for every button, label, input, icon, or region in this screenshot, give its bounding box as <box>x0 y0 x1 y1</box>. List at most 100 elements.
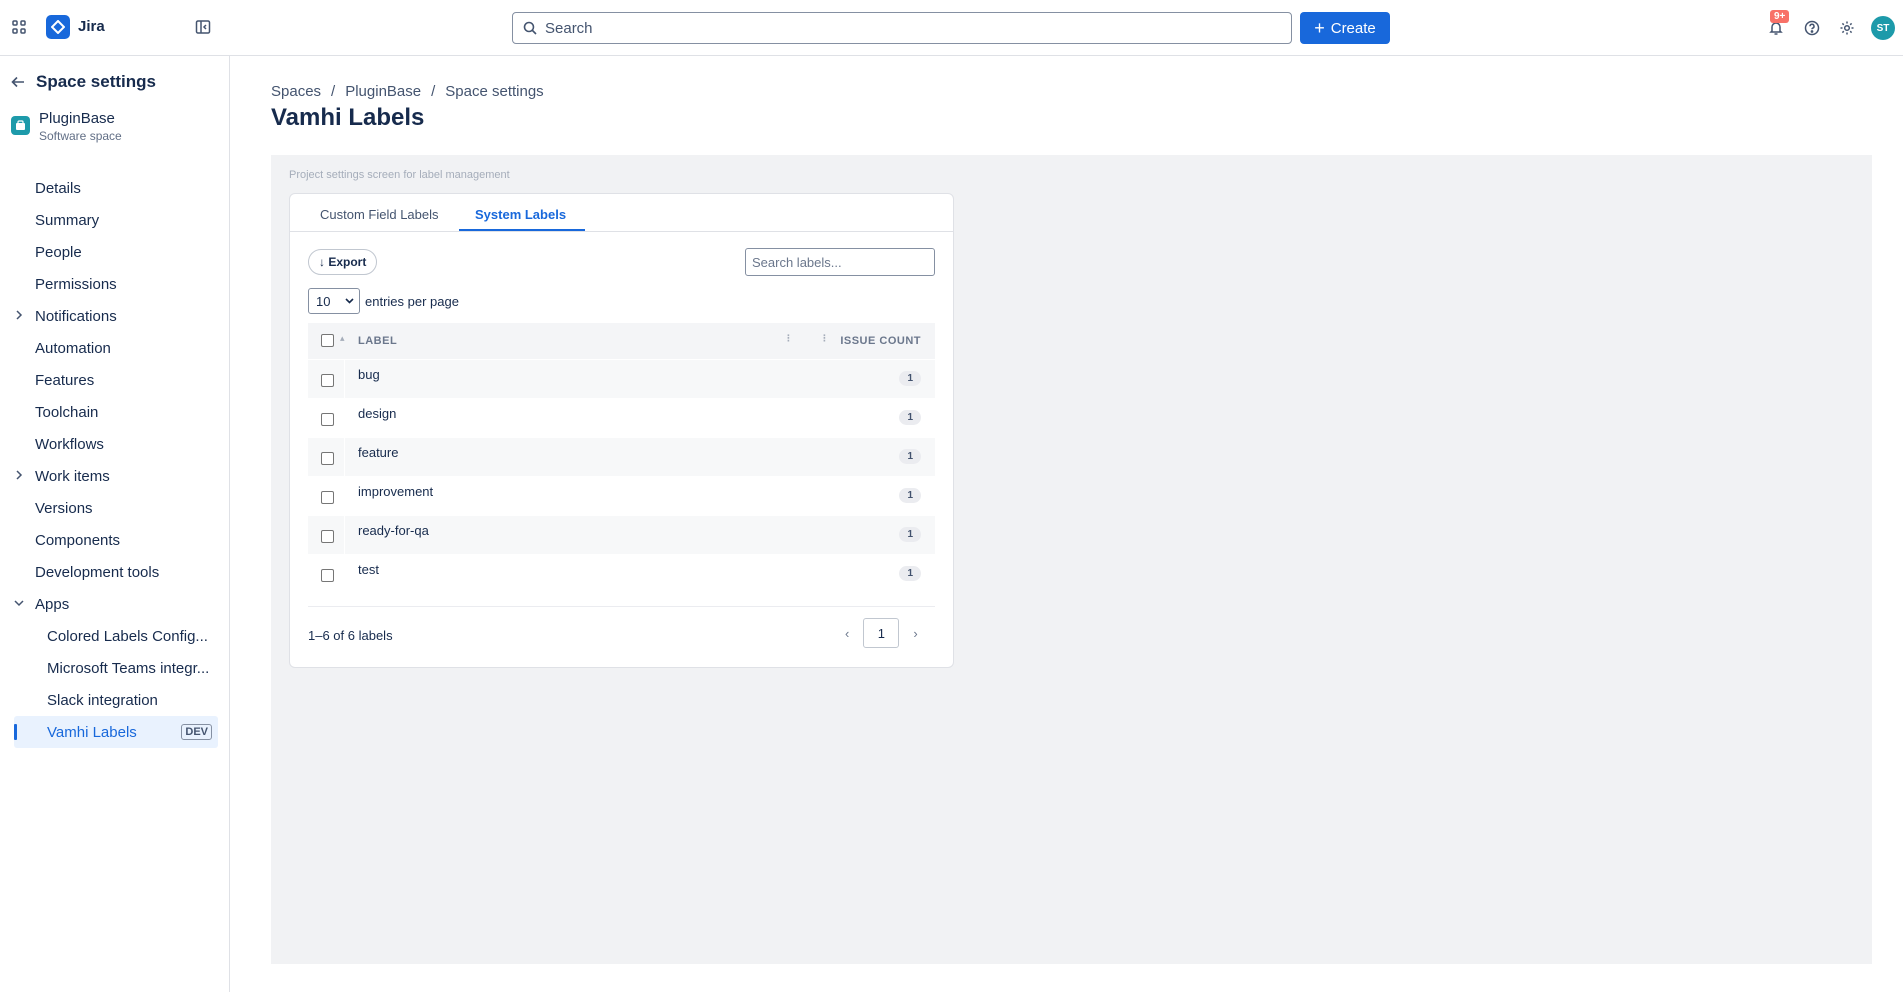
page-button-current[interactable]: 1 <box>863 618 900 648</box>
sidebar-item-label: Features <box>35 371 95 389</box>
column-divider <box>344 438 345 476</box>
row-checkbox[interactable] <box>321 452 334 465</box>
table-row[interactable]: improvement 1 <box>308 476 935 515</box>
sidebar-item-toolchain[interactable]: Toolchain <box>0 396 220 428</box>
sidebar-item-label: Components <box>35 531 121 549</box>
global-search-input[interactable]: Search <box>512 12 1292 44</box>
table-header: ▴ LABEL ⋮ ⋮ ISSUE COUNT <box>308 323 935 359</box>
sidebar-item-label: Microsoft Teams integr... <box>47 659 210 677</box>
issue-count-badge: 1 <box>899 488 921 503</box>
column-divider <box>344 555 345 593</box>
sidebar-item-label: Toolchain <box>35 403 99 421</box>
sidebar-app-vamhi-labels[interactable]: Vamhi Labels DEV <box>14 716 218 748</box>
issue-count-badge: 1 <box>899 410 921 425</box>
column-header-issue-count[interactable]: ISSUE COUNT <box>840 335 921 347</box>
row-checkbox[interactable] <box>321 569 334 582</box>
sidebar: Space settings PluginBase Software space… <box>0 56 230 992</box>
notifications-badge: 9+ <box>1770 10 1790 23</box>
dev-tag: DEV <box>181 724 212 740</box>
next-page-icon[interactable]: › <box>913 626 917 641</box>
sidebar-item-label: Summary <box>35 211 100 229</box>
row-checkbox[interactable] <box>321 374 334 387</box>
collapse-sidebar-icon[interactable] <box>193 17 213 37</box>
tab-custom-field-labels[interactable]: Custom Field Labels <box>320 207 439 222</box>
sidebar-item-work-items[interactable]: Work items <box>0 460 220 492</box>
sidebar-item-development-tools[interactable]: Development tools <box>0 556 220 588</box>
sidebar-item-versions[interactable]: Versions <box>0 492 220 524</box>
sidebar-item-apps[interactable]: Apps <box>0 588 220 620</box>
back-button[interactable]: Space settings <box>10 72 156 92</box>
column-resize-icon[interactable]: ⋮ <box>820 333 830 344</box>
issue-count-badge: 1 <box>899 566 921 581</box>
breadcrumb-project[interactable]: PluginBase <box>345 83 421 100</box>
tab-bar: Custom Field Labels System Labels <box>290 194 953 232</box>
sidebar-item-automation[interactable]: Automation <box>0 332 220 364</box>
page-size-control: 10 entries per page <box>308 288 459 314</box>
sidebar-app-microsoft-teams[interactable]: Microsoft Teams integr... <box>0 652 220 684</box>
sidebar-item-label: Work items <box>35 467 110 485</box>
export-button[interactable]: ↓ Export <box>308 249 378 275</box>
sidebar-item-components[interactable]: Components <box>0 524 220 556</box>
sidebar-item-label: Apps <box>35 595 70 613</box>
app-switcher-icon[interactable] <box>8 16 30 38</box>
sort-icon[interactable]: ▴ <box>340 333 345 344</box>
breadcrumb: Spaces / PluginBase / Space settings <box>271 83 544 100</box>
table-row[interactable]: design 1 <box>308 398 935 437</box>
breadcrumb-separator: / <box>431 83 436 100</box>
sidebar-item-label: Colored Labels Config... <box>47 627 208 645</box>
table-row[interactable]: feature 1 <box>308 437 935 476</box>
row-checkbox[interactable] <box>321 530 334 543</box>
sidebar-item-people[interactable]: People <box>0 236 220 268</box>
sidebar-item-details[interactable]: Details <box>0 172 220 204</box>
settings-gear-icon[interactable] <box>1836 17 1858 39</box>
plus-icon: + <box>1314 18 1325 38</box>
create-button[interactable]: + Create <box>1300 12 1390 44</box>
sidebar-item-workflows[interactable]: Workflows <box>0 428 220 460</box>
sidebar-item-permissions[interactable]: Permissions <box>0 268 220 300</box>
column-header-label[interactable]: LABEL <box>358 335 397 347</box>
jira-logo-icon[interactable] <box>46 15 70 39</box>
chevron-down-icon[interactable] <box>13 597 25 609</box>
project-type: Software space <box>39 129 122 143</box>
row-checkbox[interactable] <box>321 491 334 504</box>
label-name: feature <box>358 445 399 460</box>
tab-system-labels[interactable]: System Labels <box>475 207 566 222</box>
sidebar-item-notifications[interactable]: Notifications <box>0 300 220 332</box>
project-avatar-icon <box>11 116 30 135</box>
row-checkbox[interactable] <box>321 413 334 426</box>
table-row[interactable]: test 1 <box>308 554 935 593</box>
chevron-right-icon[interactable] <box>13 469 25 481</box>
column-resize-icon[interactable]: ⋮ <box>784 333 794 344</box>
previous-page-icon[interactable]: ‹ <box>845 626 849 641</box>
sidebar-item-label: Automation <box>35 339 111 357</box>
help-icon[interactable] <box>1801 17 1823 39</box>
pagination-summary: 1–6 of 6 labels <box>308 628 393 643</box>
chevron-right-icon[interactable] <box>13 309 25 321</box>
sidebar-item-label: People <box>35 243 82 261</box>
breadcrumb-space-settings[interactable]: Space settings <box>445 83 543 100</box>
brand-name[interactable]: Jira <box>78 18 105 35</box>
labels-table: ▴ LABEL ⋮ ⋮ ISSUE COUNT bug 1 design 1 f… <box>308 323 935 593</box>
table-row[interactable]: ready-for-qa 1 <box>308 515 935 554</box>
search-labels-input[interactable]: Search labels... <box>745 248 935 276</box>
sidebar-item-features[interactable]: Features <box>0 364 220 396</box>
page-title: Vamhi Labels <box>271 104 425 131</box>
label-name: improvement <box>358 484 434 499</box>
arrow-left-icon <box>11 76 24 88</box>
user-avatar[interactable]: ST <box>1871 16 1895 40</box>
sidebar-item-label: Workflows <box>35 435 104 453</box>
sidebar-item-label: Vamhi Labels <box>47 723 137 741</box>
active-indicator <box>14 724 17 740</box>
sidebar-app-slack-integration[interactable]: Slack integration <box>0 684 220 716</box>
breadcrumb-spaces[interactable]: Spaces <box>271 83 321 100</box>
page-size-select[interactable]: 10 <box>308 288 360 314</box>
project-name[interactable]: PluginBase <box>39 110 115 127</box>
select-all-checkbox[interactable] <box>321 334 334 347</box>
sidebar-item-summary[interactable]: Summary <box>0 204 220 236</box>
sidebar-title: Space settings <box>36 72 156 91</box>
sidebar-app-colored-labels[interactable]: Colored Labels Config... <box>0 620 220 652</box>
top-navigation: Jira Search + Create 9+ ST <box>0 0 1903 56</box>
table-row[interactable]: bug 1 <box>308 359 935 398</box>
active-tab-indicator <box>459 229 585 231</box>
breadcrumb-separator: / <box>331 83 336 100</box>
